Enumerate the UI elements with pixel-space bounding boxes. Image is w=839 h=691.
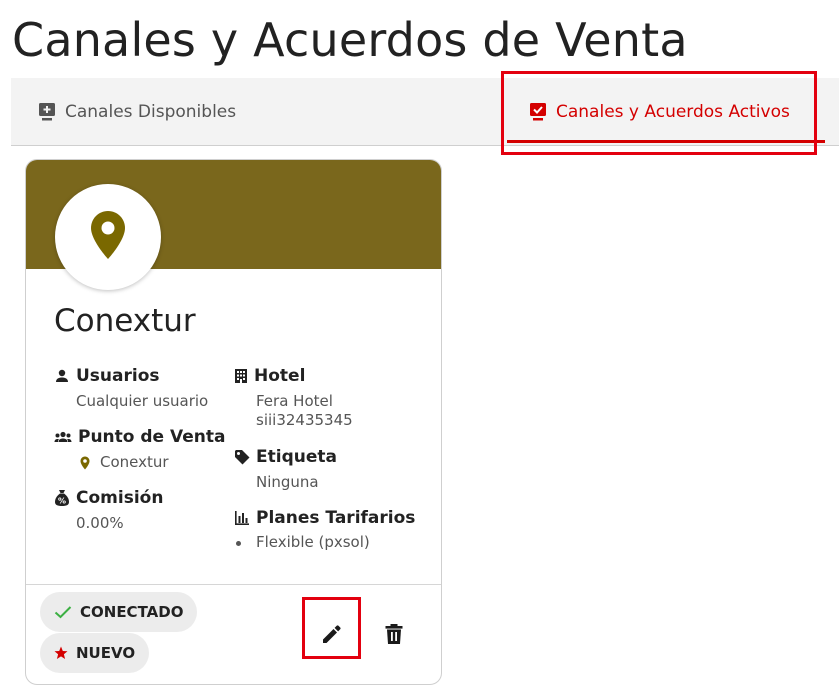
field-label-users: Usuarios bbox=[76, 366, 160, 386]
delete-button[interactable] bbox=[374, 614, 414, 654]
building-icon bbox=[235, 369, 247, 383]
map-pin-small-icon bbox=[80, 456, 90, 469]
field-value-users: Cualquier usuario bbox=[76, 392, 209, 410]
field-users: Usuarios Cualquier usuario bbox=[54, 365, 208, 411]
field-value-point-of-sale: Conextur bbox=[80, 453, 225, 472]
field-value-commission: 0.00% bbox=[76, 514, 124, 532]
field-label-point-of-sale: Punto de Venta bbox=[78, 427, 226, 447]
field-value-tag: Ninguna bbox=[256, 473, 319, 491]
field-value-hotel-name: Fera Hotel bbox=[256, 392, 333, 410]
tabs-bar: Canales Disponibles Canales y Acuerdos A… bbox=[11, 78, 839, 146]
channel-name: Conextur bbox=[54, 303, 196, 339]
field-hotel: Hotel Fera Hotel siii32435345 bbox=[234, 365, 353, 430]
avatar bbox=[55, 184, 161, 290]
status-badge-new: NUEVO bbox=[40, 633, 150, 673]
map-pin-icon bbox=[90, 210, 126, 264]
add-to-queue-icon bbox=[37, 102, 57, 122]
bar-chart-icon bbox=[235, 511, 249, 525]
pencil-icon bbox=[323, 625, 341, 643]
svg-text:%: % bbox=[58, 497, 66, 506]
edit-button[interactable] bbox=[312, 614, 352, 654]
card-divider bbox=[26, 584, 441, 585]
tag-icon bbox=[235, 450, 250, 465]
rate-plan-list: Flexible (pxsol) bbox=[234, 533, 415, 551]
channel-card: Conextur Usuarios Cualquier usuario Punt… bbox=[25, 159, 442, 685]
pos-name: Conextur bbox=[100, 453, 169, 471]
status-label-new: NUEVO bbox=[76, 644, 136, 662]
page-title: Canales y Acuerdos de Venta bbox=[12, 13, 688, 67]
check-icon bbox=[54, 606, 72, 619]
field-rate-plans: Planes Tarifarios Flexible (pxsol) bbox=[234, 507, 415, 551]
field-label-rate-plans: Planes Tarifarios bbox=[256, 508, 416, 528]
tab-label: Canales y Acuerdos Activos bbox=[556, 101, 790, 122]
field-tag: Etiqueta Ninguna bbox=[234, 446, 337, 492]
status-label-connected: CONECTADO bbox=[80, 603, 184, 621]
person-icon bbox=[56, 369, 68, 382]
check-monitor-icon bbox=[528, 102, 548, 122]
list-item: Flexible (pxsol) bbox=[234, 533, 415, 551]
tab-active-channels[interactable]: Canales y Acuerdos Activos bbox=[528, 78, 790, 145]
field-value-hotel-code: siii32435345 bbox=[256, 411, 353, 429]
tab-available-channels[interactable]: Canales Disponibles bbox=[37, 78, 236, 145]
field-point-of-sale: Punto de Venta Conextur bbox=[54, 426, 225, 472]
star-icon bbox=[54, 646, 68, 659]
field-label-tag: Etiqueta bbox=[256, 447, 337, 467]
money-bag-icon: % bbox=[55, 490, 69, 506]
field-commission: % Comisión 0.00% bbox=[54, 487, 163, 533]
field-label-hotel: Hotel bbox=[254, 366, 306, 386]
tab-label: Canales Disponibles bbox=[65, 101, 237, 122]
field-label-commission: Comisión bbox=[76, 488, 164, 508]
group-icon bbox=[54, 431, 72, 442]
active-tab-indicator bbox=[507, 140, 825, 143]
trash-icon bbox=[385, 624, 403, 644]
status-badge-connected: CONECTADO bbox=[40, 592, 198, 632]
